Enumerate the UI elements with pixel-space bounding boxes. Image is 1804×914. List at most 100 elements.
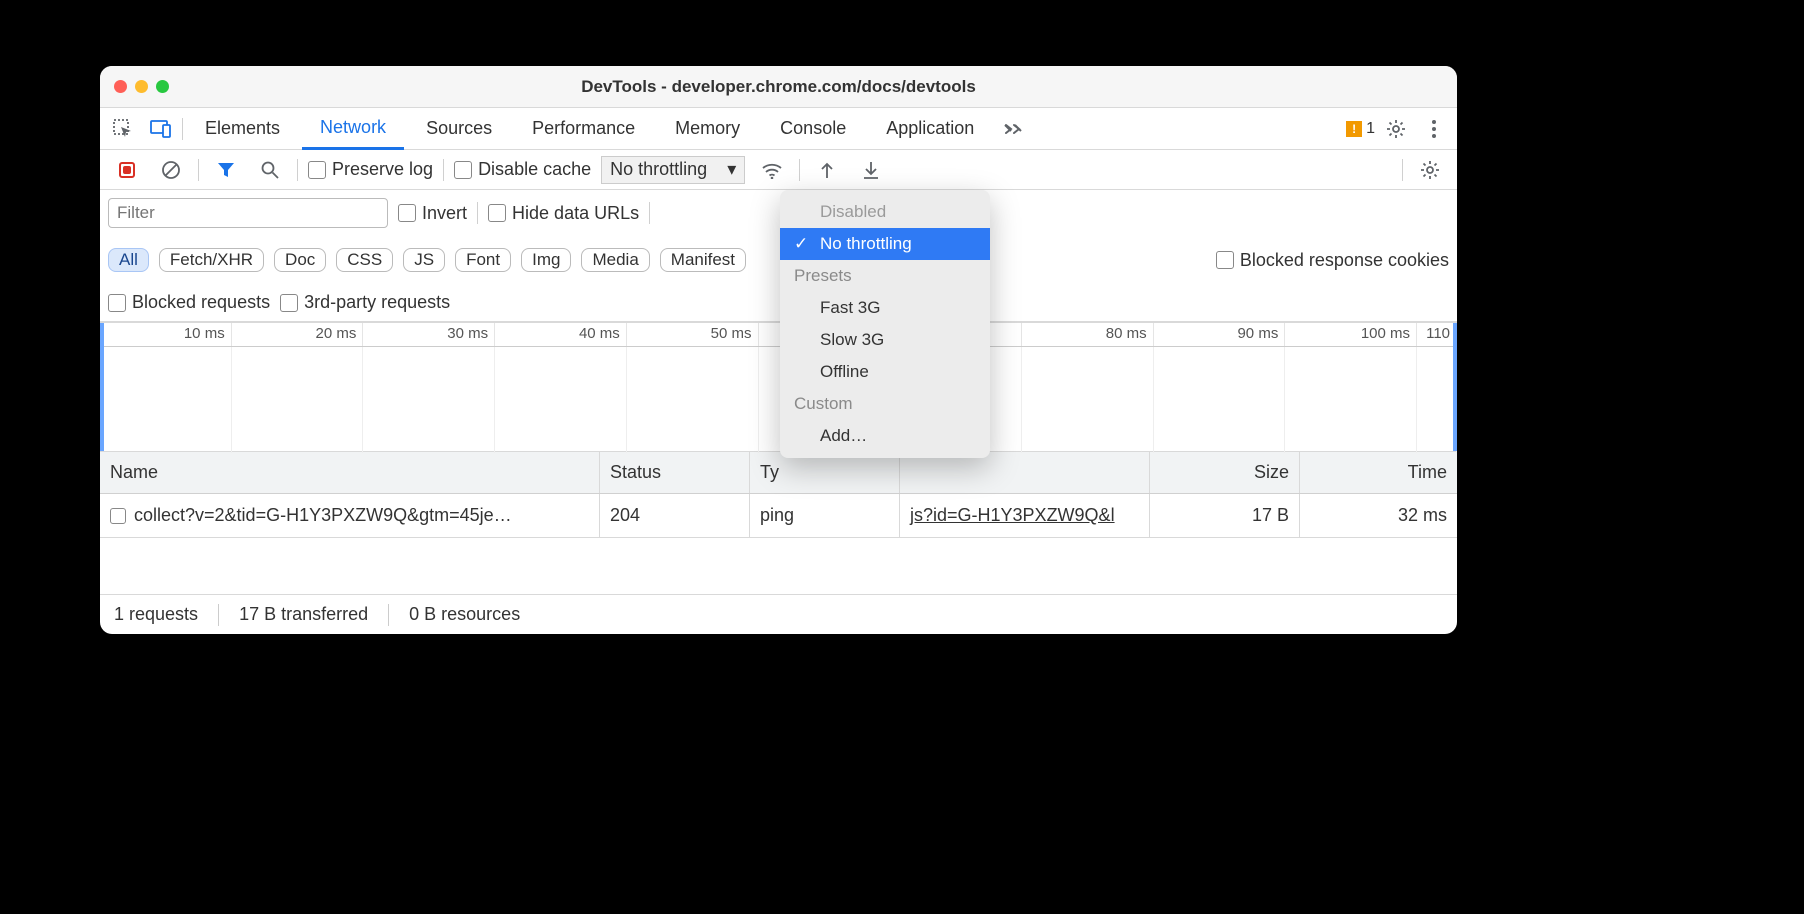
- footer-resources: 0 B resources: [409, 604, 520, 625]
- timeline-right-handle[interactable]: [1453, 323, 1457, 451]
- search-icon[interactable]: [253, 153, 287, 187]
- filter-type-js[interactable]: JS: [403, 248, 445, 272]
- requests-table-header: Name Status Ty Size Time: [100, 452, 1457, 494]
- tab-performance[interactable]: Performance: [514, 108, 653, 150]
- issues-count: 1: [1366, 120, 1375, 138]
- timeline-tick: 80 ms: [1022, 323, 1154, 346]
- throttling-option-offline[interactable]: Offline: [780, 356, 990, 388]
- throttling-option-no-throttling[interactable]: No throttling: [780, 228, 990, 260]
- network-settings-icon[interactable]: [1413, 153, 1447, 187]
- export-har-icon[interactable]: [854, 153, 888, 187]
- timeline-tick: 10 ms: [100, 323, 232, 346]
- blocked-requests-checkbox[interactable]: Blocked requests: [108, 292, 270, 313]
- throttling-value: No throttling: [610, 159, 707, 180]
- throttling-option-disabled: Disabled: [780, 196, 990, 228]
- filter-bar: Invert Hide data URLs All Fetch/XHR Doc …: [100, 190, 1457, 322]
- request-type: ping: [750, 494, 900, 537]
- header-size[interactable]: Size: [1150, 452, 1300, 493]
- filter-type-doc[interactable]: Doc: [274, 248, 326, 272]
- request-size: 17 B: [1150, 494, 1300, 537]
- header-name[interactable]: Name: [100, 452, 600, 493]
- import-har-icon[interactable]: [810, 153, 844, 187]
- tab-memory[interactable]: Memory: [657, 108, 758, 150]
- throttling-presets-header: Presets: [780, 260, 990, 292]
- preserve-log-checkbox[interactable]: Preserve log: [308, 159, 433, 180]
- timeline-overview[interactable]: 10 ms 20 ms 30 ms 40 ms 50 ms 80 ms 90 m…: [100, 322, 1457, 452]
- divider: [297, 159, 298, 181]
- record-button[interactable]: [110, 153, 144, 187]
- timeline-tick: 20 ms: [232, 323, 364, 346]
- timeline-tick: 110: [1417, 323, 1457, 346]
- divider: [799, 159, 800, 181]
- disable-cache-checkbox[interactable]: Disable cache: [454, 159, 591, 180]
- request-row[interactable]: collect?v=2&tid=G-H1Y3PXZW9Q&gtm=45je… 2…: [100, 494, 1457, 538]
- throttling-option-slow-3g[interactable]: Slow 3G: [780, 324, 990, 356]
- hide-data-urls-checkbox[interactable]: Hide data URLs: [488, 203, 639, 224]
- filter-type-all[interactable]: All: [108, 248, 149, 272]
- main-tabbar: Elements Network Sources Performance Mem…: [100, 108, 1457, 150]
- blocked-response-cookies-checkbox[interactable]: Blocked response cookies: [1216, 250, 1449, 271]
- more-tabs-icon[interactable]: [996, 112, 1030, 146]
- throttling-select[interactable]: No throttling ▾: [601, 156, 745, 184]
- filter-type-font[interactable]: Font: [455, 248, 511, 272]
- tab-elements[interactable]: Elements: [187, 108, 298, 150]
- devtools-window: DevTools - developer.chrome.com/docs/dev…: [100, 66, 1457, 634]
- tab-sources[interactable]: Sources: [408, 108, 510, 150]
- header-status[interactable]: Status: [600, 452, 750, 493]
- disable-cache-label: Disable cache: [478, 159, 591, 180]
- request-initiator[interactable]: js?id=G-H1Y3PXZW9Q&l: [900, 494, 1150, 537]
- divider: [1402, 159, 1403, 181]
- settings-icon[interactable]: [1379, 112, 1413, 146]
- footer-transferred: 17 B transferred: [239, 604, 368, 625]
- footer-requests: 1 requests: [114, 604, 198, 625]
- device-toggle-icon[interactable]: [144, 112, 178, 146]
- throttling-option-fast-3g[interactable]: Fast 3G: [780, 292, 990, 324]
- timeline-tick: 100 ms: [1285, 323, 1417, 346]
- filter-type-manifest[interactable]: Manifest: [660, 248, 746, 272]
- more-options-icon[interactable]: [1417, 112, 1451, 146]
- minimize-window-button[interactable]: [135, 80, 148, 93]
- divider: [477, 202, 478, 224]
- titlebar: DevTools - developer.chrome.com/docs/dev…: [100, 66, 1457, 108]
- close-window-button[interactable]: [114, 80, 127, 93]
- throttling-dropdown: Disabled No throttling Presets Fast 3G S…: [780, 190, 990, 458]
- filter-icon[interactable]: [209, 153, 243, 187]
- request-time: 32 ms: [1300, 494, 1457, 537]
- header-initiator[interactable]: [900, 452, 1150, 493]
- timeline-left-handle[interactable]: [100, 323, 104, 451]
- timeline-tick: 50 ms: [627, 323, 759, 346]
- header-time[interactable]: Time: [1300, 452, 1457, 493]
- divider: [649, 202, 650, 224]
- filter-type-img[interactable]: Img: [521, 248, 571, 272]
- network-conditions-icon[interactable]: [755, 153, 789, 187]
- divider: [443, 159, 444, 181]
- timeline-tick: 40 ms: [495, 323, 627, 346]
- header-type[interactable]: Ty: [750, 452, 900, 493]
- throttling-custom-header: Custom: [780, 388, 990, 420]
- hide-data-urls-label: Hide data URLs: [512, 203, 639, 224]
- throttling-option-add[interactable]: Add…: [780, 420, 990, 452]
- filter-input[interactable]: [108, 198, 388, 228]
- network-toolbar: Preserve log Disable cache No throttling…: [100, 150, 1457, 190]
- requests-table-body: collect?v=2&tid=G-H1Y3PXZW9Q&gtm=45je… 2…: [100, 494, 1457, 594]
- clear-icon[interactable]: [154, 153, 188, 187]
- issues-badge[interactable]: ! 1: [1346, 120, 1375, 138]
- invert-label: Invert: [422, 203, 467, 224]
- request-checkbox[interactable]: [110, 508, 126, 524]
- divider: [182, 118, 183, 140]
- blocked-requests-label: Blocked requests: [132, 292, 270, 313]
- third-party-requests-checkbox[interactable]: 3rd-party requests: [280, 292, 450, 313]
- filter-type-css[interactable]: CSS: [336, 248, 393, 272]
- tab-network[interactable]: Network: [302, 108, 404, 150]
- request-status: 204: [600, 494, 750, 537]
- maximize-window-button[interactable]: [156, 80, 169, 93]
- timeline-tick: 30 ms: [363, 323, 495, 346]
- timeline-tick: 90 ms: [1154, 323, 1286, 346]
- inspect-element-icon[interactable]: [106, 112, 140, 146]
- tab-console[interactable]: Console: [762, 108, 864, 150]
- dropdown-triangle-icon: ▾: [727, 159, 736, 180]
- invert-checkbox[interactable]: Invert: [398, 203, 467, 224]
- filter-type-media[interactable]: Media: [581, 248, 649, 272]
- filter-type-fetch-xhr[interactable]: Fetch/XHR: [159, 248, 264, 272]
- tab-application[interactable]: Application: [868, 108, 992, 150]
